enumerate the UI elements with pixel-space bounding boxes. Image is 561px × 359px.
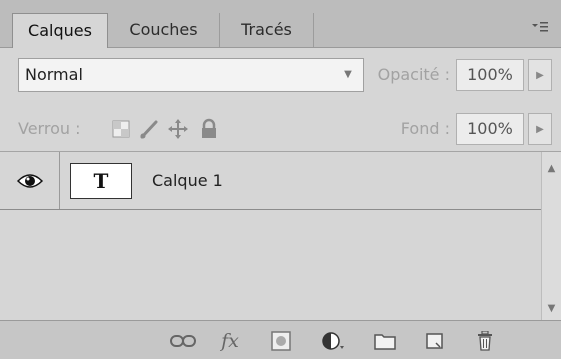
new-group-icon[interactable] xyxy=(370,327,400,355)
blend-mode-value: Normal xyxy=(25,65,83,84)
opacity-label: Opacité : xyxy=(377,65,450,84)
fill-input[interactable]: 100% xyxy=(456,113,524,145)
lock-all-icon[interactable] xyxy=(196,114,222,144)
add-mask-icon[interactable] xyxy=(266,327,296,355)
link-layers-icon[interactable] xyxy=(168,327,198,355)
scroll-up-icon[interactable]: ▲ xyxy=(542,160,561,176)
tab-couches[interactable]: Couches xyxy=(108,13,220,47)
layers-list: T Calque 1 xyxy=(0,152,541,320)
scroll-down-icon[interactable]: ▼ xyxy=(542,300,561,316)
fx-label: fx xyxy=(221,330,239,352)
tab-calques[interactable]: Calques xyxy=(12,13,108,48)
adjustment-layer-icon[interactable] xyxy=(318,327,348,355)
lock-transparent-pixels-icon[interactable] xyxy=(108,114,134,144)
fill-label: Fond : xyxy=(400,119,450,138)
fill-slider-arrow-icon[interactable]: ▶ xyxy=(528,113,552,145)
chevron-down-icon: ▼ xyxy=(344,69,352,80)
layer-thumbnail[interactable]: T xyxy=(70,163,132,199)
opacity-slider-arrow-icon[interactable]: ▶ xyxy=(528,59,552,91)
lock-position-icon[interactable] xyxy=(165,114,191,144)
panel-menu-icon[interactable] xyxy=(525,12,555,42)
layer-row[interactable]: T Calque 1 xyxy=(0,152,541,210)
blend-mode-select[interactable]: Normal ▼ xyxy=(18,58,364,92)
new-layer-icon[interactable] xyxy=(420,327,450,355)
tab-traces[interactable]: Tracés xyxy=(220,13,314,47)
lock-label: Verrou : xyxy=(18,119,81,138)
scrollbar[interactable]: ▲ ▼ xyxy=(541,152,561,320)
lock-image-pixels-icon[interactable] xyxy=(136,114,162,144)
visibility-toggle[interactable] xyxy=(0,152,60,209)
layer-name[interactable]: Calque 1 xyxy=(152,152,223,209)
delete-layer-icon[interactable] xyxy=(470,327,500,355)
bottom-toolbar: fx xyxy=(0,320,561,359)
fx-icon[interactable]: fx xyxy=(215,327,245,355)
eye-icon xyxy=(16,173,43,188)
tab-bar: Calques Couches Tracés xyxy=(0,0,561,48)
layers-panel: Calques Couches Tracés Normal ▼ Opacité … xyxy=(0,0,561,359)
opacity-input[interactable]: 100% xyxy=(456,59,524,91)
